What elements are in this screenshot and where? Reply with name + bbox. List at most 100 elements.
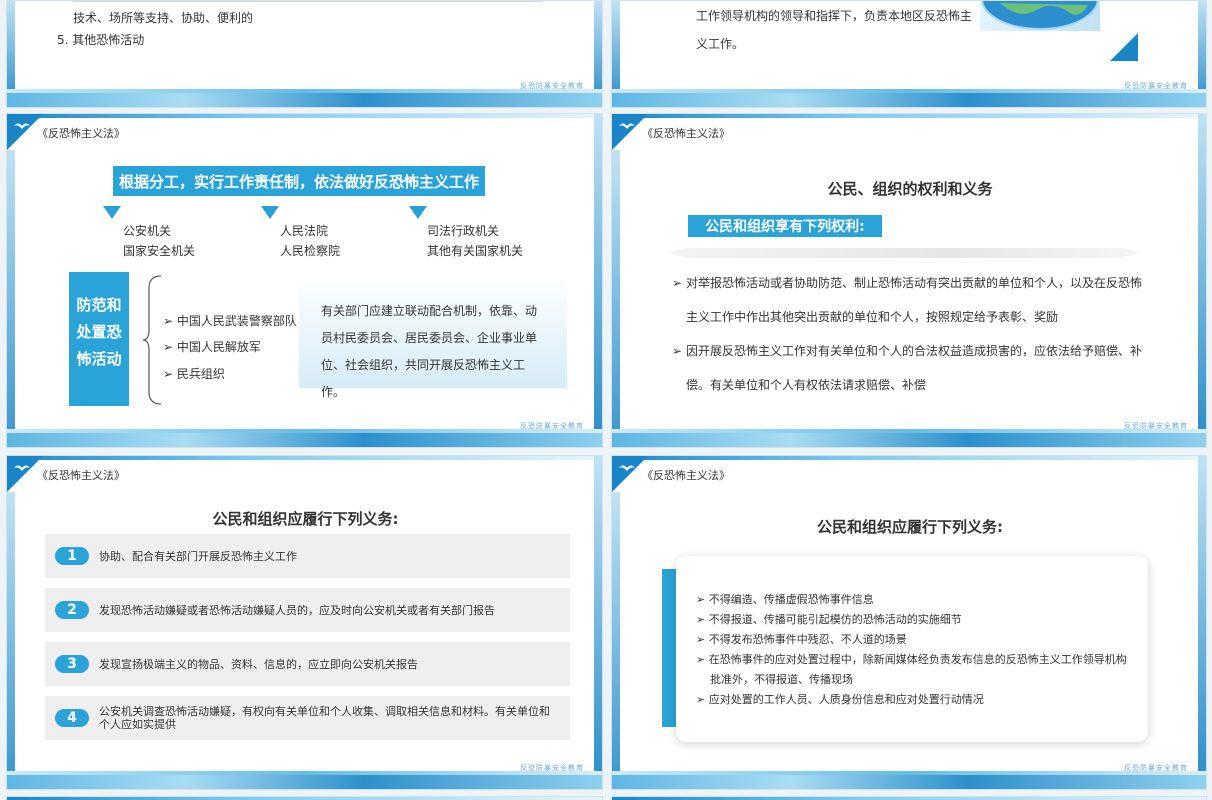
rights-item-2: ➢ 因开展反恐怖主义工作对有关单位和个人的合法权益造成损害的，应依法给予赔偿、补…: [672, 334, 1152, 402]
frame-left: [7, 492, 15, 789]
footer-text: 反恐防暴安全教育: [1124, 764, 1188, 772]
frame-right: [594, 456, 602, 789]
duty-row-4[interactable]: 4 公安机关调查恐怖活动嫌疑，有权向有关单位和个人收集、调取相关信息和材料。有关…: [45, 696, 570, 740]
accent-bar: [662, 569, 676, 727]
top-line: [7, 114, 602, 118]
chevron-right-icon: ➢: [672, 276, 683, 290]
chevron-right-icon: ➢: [163, 367, 177, 381]
chevron-right-icon: ➢: [696, 593, 709, 606]
bottom-band: [7, 771, 602, 789]
col1-line2: 国家安全机关: [123, 244, 196, 258]
globe-image: [980, 1, 1100, 31]
force-item-2: ➢ 中国人民解放军: [163, 338, 261, 355]
frame-right: [1198, 114, 1206, 447]
chevron-right-icon: ➢: [672, 344, 683, 358]
slide-6[interactable]: 《反恐怖主义法》 公民和组织应履行下列义务: ➢ 不得编造、传播虚假恐怖事件信息…: [611, 455, 1207, 790]
duties-card: ➢ 不得编造、传播虚假恐怖事件信息 ➢ 不得报道、传播可能引起模仿的恐怖活动的实…: [676, 556, 1148, 742]
chevron-right-icon: ➢: [163, 340, 177, 354]
number-badge: 3: [55, 655, 89, 673]
footer-text: 反恐防暴安全教育: [1124, 82, 1188, 90]
duty-row-1[interactable]: 1 协助、配合有关部门开展反恐怖主义工作: [45, 534, 570, 578]
slide-7[interactable]: [6, 796, 603, 800]
number-badge: 2: [55, 601, 89, 619]
list-item-5: 5. 其他恐怖活动: [57, 33, 145, 47]
bottom-band: [612, 429, 1206, 447]
corner-triangle: [1110, 33, 1138, 61]
duties-list: ➢ 不得编造、传播虚假恐怖事件信息 ➢ 不得报道、传播可能引起模仿的恐怖活动的实…: [696, 590, 1136, 710]
frame-right: [1198, 456, 1206, 789]
body-line-1: 工作领导机构的领导和指挥下，负责本地区反恐怖主: [696, 9, 973, 23]
duty-text: 公安机关调查恐怖活动嫌疑，有权向有关单位和个人收集、调取相关信息和材料。有关单位…: [99, 705, 550, 731]
duty-item-text: 应对处置的工作人员、人质身份信息和应对处置行动情况: [708, 693, 984, 706]
duty-item-text: 不得编造、传播虚假恐怖事件信息: [708, 593, 874, 606]
chevron-right-icon: ➢: [696, 613, 709, 626]
law-title: 《反恐怖主义法》: [37, 469, 125, 482]
down-arrow-icon: [409, 206, 427, 219]
slide-5[interactable]: 《反恐怖主义法》 公民和组织应履行下列义务: 1 协助、配合有关部门开展反恐怖主…: [6, 455, 603, 790]
bird-logo-icon: [14, 123, 30, 129]
duty-item-text: 不得报道、传播可能引起模仿的恐怖活动的实施细节: [708, 613, 962, 626]
duty-item-text: 在恐怖事件的应对处置过程中，除新闻媒体经负责发布信息的反恐怖主义工作领导机构批准…: [708, 653, 1127, 686]
col3-line1: 司法行政机关: [427, 224, 500, 238]
footer-text: 反恐防暴安全教育: [520, 422, 584, 430]
slide-4[interactable]: 《反恐怖主义法》 公民、组织的权利和义务 公民和组织享有下列权利: ➢ 对举报恐…: [611, 113, 1207, 448]
footer-text: 反恐防暴安全教育: [520, 82, 584, 90]
col3-line2: 其他有关国家机关: [427, 244, 524, 258]
duty-item-text: 不得发布恐怖事件中残忍、不人道的场景: [708, 633, 907, 646]
duty-item: ➢ 应对处置的工作人员、人质身份信息和应对处置行动情况: [696, 690, 1136, 710]
divider-arrow: [668, 248, 1140, 258]
top-line: [612, 114, 1206, 118]
bird-logo-icon: [619, 465, 635, 471]
slide-3[interactable]: 《反恐怖主义法》 根据分工，实行工作责任制，依法做好反恐怖主义工作 公安机关 国…: [6, 113, 603, 448]
law-title: 《反恐怖主义法》: [642, 127, 730, 140]
rights-subtitle: 公民和组织享有下列权利:: [688, 215, 882, 237]
col1-line1: 公安机关: [123, 224, 172, 238]
slide-8[interactable]: [611, 796, 1207, 800]
force-item-3: ➢ 民兵组织: [163, 365, 225, 382]
col2-line2: 人民检察院: [280, 244, 341, 258]
slide-grid: 技术、场所等支持、协助、便利的 5. 其他恐怖活动 反恐防暴安全教育 工作领导机…: [0, 0, 1212, 800]
rights-item-1: ➢ 对举报恐怖活动或者协助防范、制止恐怖活动有突出贡献的单位和个人，以及在反恐怖…: [672, 266, 1152, 334]
duty-text: 发现恐怖活动嫌疑或者恐怖活动嫌疑人员的，应及时向公安机关或者有关部门报告: [99, 604, 495, 617]
coordination-box: 有关部门应建立联动配合机制，依靠、动员村民委员会、居民委员会、企业事业单位、社会…: [299, 276, 567, 399]
cut-text-line: [73, 1, 553, 4]
force-label: 民兵组织: [176, 367, 225, 381]
duty-row-2[interactable]: 2 发现恐怖活动嫌疑或者恐怖活动嫌疑人员的，应及时向公安机关或者有关部门报告: [45, 588, 570, 632]
down-arrow-icon: [103, 206, 121, 219]
duty-item: ➢ 不得发布恐怖事件中残忍、不人道的场景: [696, 630, 1136, 650]
duty-text: 发现宣扬极端主义的物品、资料、信息的，应立即向公安机关报告: [99, 658, 418, 671]
slide-title: 公民和组织应履行下列义务:: [212, 510, 399, 528]
slide-1[interactable]: 技术、场所等支持、协助、便利的 5. 其他恐怖活动 反恐防暴安全教育: [6, 0, 603, 108]
footer-text: 反恐防暴安全教育: [520, 764, 584, 772]
col2-line1: 人民法院: [280, 224, 329, 238]
force-label: 中国人民解放军: [176, 340, 261, 354]
responsibility-banner: 根据分工，实行工作责任制，依法做好反恐怖主义工作: [113, 166, 485, 196]
down-arrow-icon: [261, 206, 279, 219]
law-title: 《反恐怖主义法》: [642, 469, 730, 482]
bottom-band: [612, 89, 1206, 107]
brace-icon: [143, 275, 162, 405]
prevention-label: 防范和处置恐怖活动: [69, 272, 129, 406]
number-badge: 1: [55, 547, 89, 565]
number-badge: 4: [55, 709, 89, 727]
chevron-right-icon: ➢: [696, 653, 709, 666]
bottom-band: [612, 771, 1206, 789]
rights-item-text: 对举报恐怖活动或者协助防范、制止恐怖活动有突出贡献的单位和个人，以及在反恐怖主义…: [686, 276, 1143, 324]
footer-text: 反恐防暴安全教育: [1124, 422, 1188, 430]
force-label: 中国人民武装警察部队: [176, 314, 297, 328]
frame-right: [594, 114, 602, 447]
duty-item: ➢ 不得报道、传播可能引起模仿的恐怖活动的实施细节: [696, 610, 1136, 630]
duty-item: ➢ 不得编造、传播虚假恐怖事件信息: [696, 590, 1136, 610]
chevron-right-icon: ➢: [163, 314, 177, 328]
bird-logo-icon: [14, 465, 30, 471]
bottom-band: [7, 89, 602, 107]
duty-row-3[interactable]: 3 发现宣扬极端主义的物品、资料、信息的，应立即向公安机关报告: [45, 642, 570, 686]
partial-line: 技术、场所等支持、协助、便利的: [73, 11, 254, 25]
slide-2[interactable]: 工作领导机构的领导和指挥下，负责本地区反恐怖主 义工作。 反恐防暴安全教育: [611, 0, 1207, 108]
chevron-right-icon: ➢: [696, 633, 709, 646]
rights-item-text: 因开展反恐怖主义工作对有关单位和个人的合法权益造成损害的，应依法给予赔偿、补偿。…: [686, 344, 1143, 392]
top-line: [612, 456, 1206, 460]
duty-text: 协助、配合有关部门开展反恐怖主义工作: [99, 550, 297, 563]
bottom-band: [7, 429, 602, 447]
law-title: 《反恐怖主义法》: [37, 127, 125, 140]
